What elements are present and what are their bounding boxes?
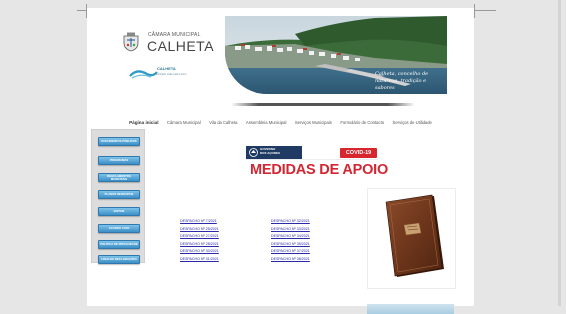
- sidebar-documentos-button[interactable]: DOCUMENTOS PÚBLICOS: [98, 137, 140, 146]
- gov-acores-icon: [249, 148, 258, 157]
- sidebar: DOCUMENTOS PÚBLICOS PROGRAMAS REGULAMENT…: [91, 129, 145, 264]
- coat-of-arms-icon: [123, 32, 139, 52]
- complaint-book-panel[interactable]: [367, 188, 456, 289]
- nav-item-servicos[interactable]: Serviços Municipais: [295, 120, 332, 125]
- despacho-link[interactable]: DESPACHO Nº 33/2021: [271, 226, 310, 234]
- logo-secondary-subtitle: Município onde tudo é bom: [155, 73, 187, 76]
- page-container: CÂMARA MUNICIPAL CALHETA CALHETA Municíp…: [87, 8, 474, 314]
- sidebar-programas-button[interactable]: PROGRAMAS: [98, 156, 140, 165]
- despacho-link[interactable]: DESPACHO Nº 32/2021: [271, 218, 310, 226]
- logo-secondary-title: CALHETA: [157, 66, 176, 71]
- nav-item-camara[interactable]: Câmara Municipal: [167, 120, 201, 125]
- despacho-link[interactable]: DESPACHO Nº 35/2021: [271, 241, 310, 249]
- despacho-link[interactable]: DESPACHO Nº 31/2021: [180, 256, 219, 264]
- main-nav: Página inicial Câmara Municipal Vila da …: [87, 111, 474, 125]
- sidebar-planos-button[interactable]: PLANOS MUNICIPAIS: [98, 190, 140, 199]
- despachos-list-left: DESPACHO Nº 7/2021 DESPACHO Nº 25/2021 D…: [180, 218, 219, 264]
- site-header: CÂMARA MUNICIPAL CALHETA CALHETA Municíp…: [87, 8, 474, 106]
- despacho-link[interactable]: DESPACHO Nº 34/2021: [271, 233, 310, 241]
- corner-rule-right-vert: [474, 4, 475, 18]
- despacho-link[interactable]: DESPACHO Nº 30/2021: [180, 248, 219, 256]
- covid-banner[interactable]: GOVERNO DOS AÇORES COVID-19 MEDIDAS DE A…: [246, 146, 388, 184]
- logo-title: CALHETA: [147, 38, 215, 54]
- hero-photo: Calheta, concelho de natureza, tradição …: [225, 16, 447, 94]
- nav-item-home[interactable]: Página inicial: [129, 120, 158, 125]
- despacho-link[interactable]: DESPACHO Nº 27/2021: [180, 233, 219, 241]
- despachos-list-right: DESPACHO Nº 32/2021 DESPACHO Nº 33/2021 …: [271, 218, 310, 264]
- despacho-link[interactable]: DESPACHO Nº 25/2021: [180, 226, 219, 234]
- despacho-link[interactable]: DESPACHO Nº 37/2021: [271, 248, 310, 256]
- medidas-title: MEDIDAS DE APOIO: [250, 162, 389, 178]
- nav-item-vila[interactable]: Vila da Calheta: [209, 120, 237, 125]
- nav-item-contacto[interactable]: Formulário de Contacto: [340, 120, 384, 125]
- gov-acores-badge: GOVERNO DOS AÇORES: [246, 146, 302, 160]
- despacho-link[interactable]: DESPACHO Nº 7/2021: [180, 218, 219, 226]
- despacho-link[interactable]: DESPACHO Nº 38/2021: [271, 256, 310, 264]
- sidebar-reclamacoes-button[interactable]: LINHA DE RECLAMAÇÕES: [98, 255, 140, 264]
- banner-divider: [246, 159, 378, 160]
- sidebar-regulamentos-button[interactable]: REGULAMENTOS MUNICIPAIS: [98, 173, 140, 182]
- scrollbar-track[interactable]: [558, 0, 561, 306]
- despacho-link[interactable]: DESPACHO Nº 28/2021: [180, 241, 219, 249]
- gov-line-2: DOS AÇORES: [260, 150, 281, 155]
- sidebar-editais-button[interactable]: EDITAIS: [98, 207, 140, 216]
- header-underline: [231, 103, 415, 106]
- nav-item-assembleia[interactable]: Assembleia Municipal: [246, 120, 287, 125]
- sidebar-acordo-button[interactable]: ACORDO CAVE: [98, 224, 140, 233]
- sidebar-privacidade-button[interactable]: POLÍTICA DE PRIVACIDADE: [98, 240, 140, 249]
- nav-item-utilidade[interactable]: Serviços de Utilidade: [393, 120, 432, 125]
- hero-caption: Calheta, concelho de natureza, tradição …: [375, 71, 429, 91]
- municipality-logo[interactable]: CÂMARA MUNICIPAL CALHETA CALHETA Municíp…: [119, 30, 229, 80]
- covid-badge: COVID-19: [340, 148, 377, 158]
- complaint-book-icon: [385, 194, 444, 277]
- gov-acores-text: GOVERNO DOS AÇORES: [260, 147, 281, 155]
